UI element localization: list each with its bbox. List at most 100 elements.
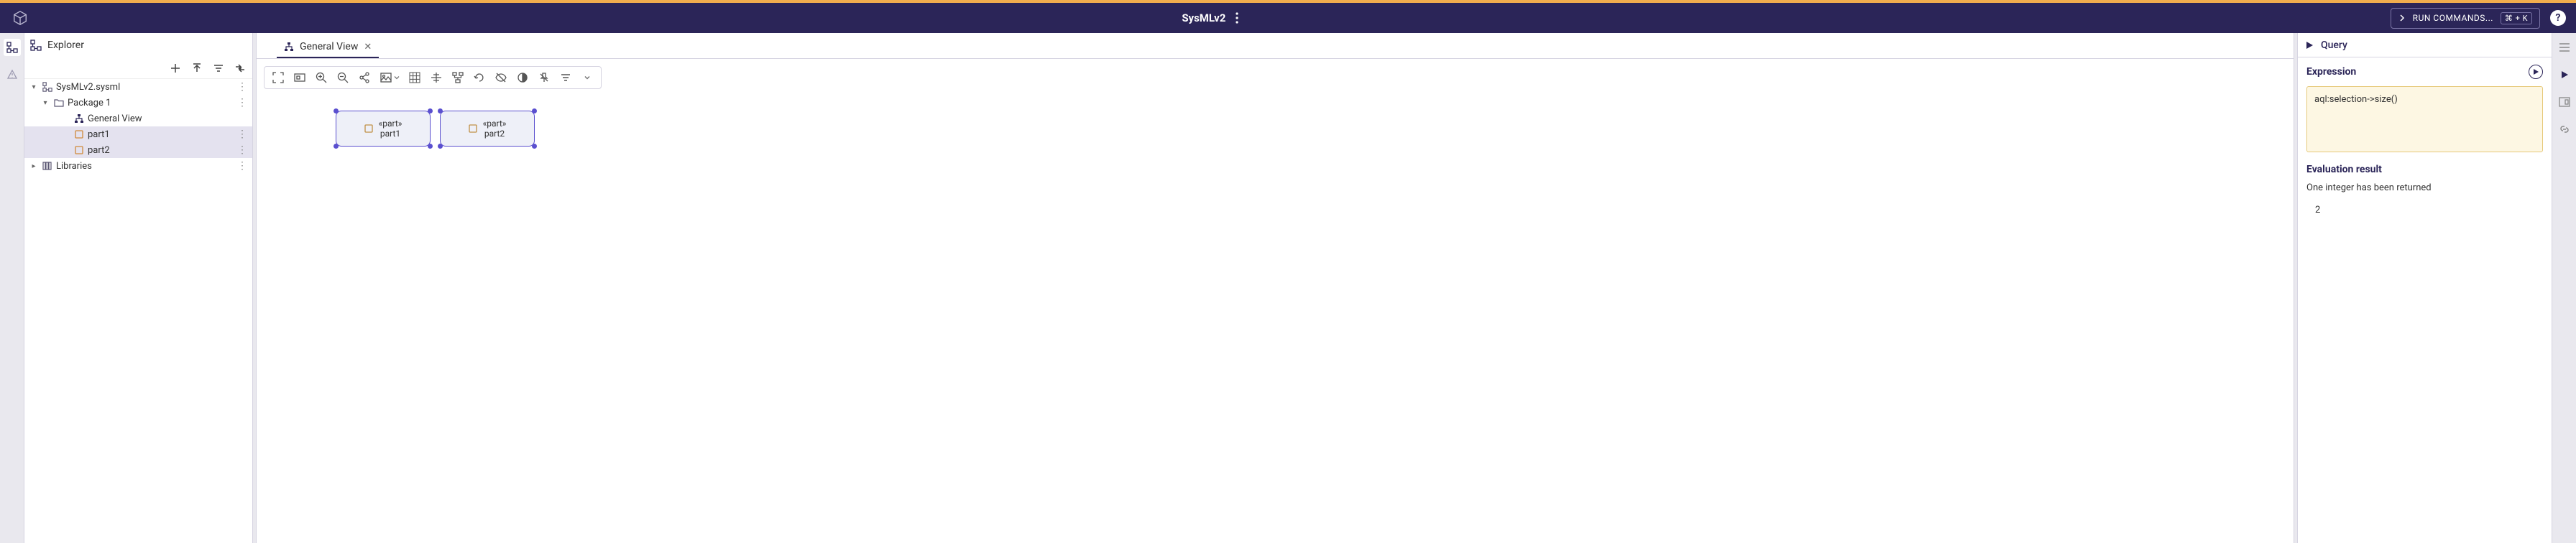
object-icon (73, 130, 85, 139)
topbar: SysMLv2 RUN COMMANDS... ⌘ + K ? (0, 3, 2576, 33)
share-icon[interactable] (358, 71, 371, 84)
transparency-icon[interactable] (516, 71, 529, 84)
help-icon[interactable]: ? (2550, 10, 2566, 26)
tree-label: part1 (88, 129, 230, 140)
tree-row-libraries[interactable]: ▸ Libraries ⋮ (24, 158, 252, 174)
resize-handle[interactable] (532, 144, 537, 149)
evaluation-value: 2 (2306, 200, 2543, 220)
layout-icon[interactable] (451, 71, 464, 84)
tab-general-view[interactable]: General View ✕ (277, 35, 379, 58)
chevron-down-icon[interactable] (394, 75, 400, 80)
evaluation-heading: Evaluation result (2306, 164, 2543, 175)
tree-row-general-view[interactable]: General View (24, 111, 252, 126)
play-icon[interactable] (2305, 41, 2314, 50)
rail-validation-icon[interactable] (4, 66, 21, 83)
evaluation-message: One integer has been returned (2306, 182, 2543, 193)
node-stereotype: «part» (379, 119, 402, 129)
rail-hamburger-icon[interactable] (2556, 39, 2573, 56)
expression-heading: Expression (2306, 66, 2356, 78)
node-stereotype: «part» (483, 119, 507, 129)
node-part2[interactable]: «part» part2 (440, 111, 535, 147)
object-icon (73, 146, 85, 154)
model-file-icon (42, 82, 53, 92)
pin-icon[interactable] (538, 71, 551, 84)
filter-icon[interactable] (212, 62, 225, 75)
chevron-down-icon[interactable]: ▾ (29, 83, 39, 91)
resize-handle[interactable] (334, 108, 339, 113)
filter-tools-icon[interactable] (559, 71, 572, 84)
topbar-more-icon[interactable] (1236, 12, 1238, 24)
chevron-right-icon (2398, 14, 2406, 22)
right-sidebar-rail (2552, 33, 2576, 543)
image-export-icon[interactable] (380, 71, 392, 84)
new-item-icon[interactable] (169, 62, 182, 75)
tree-row-package[interactable]: ▾ Package 1 ⋮ (24, 95, 252, 111)
diagram-icon (73, 113, 85, 124)
expression-input[interactable]: aql:selection->size() (2306, 86, 2543, 152)
project-title: SysMLv2 (1182, 11, 1225, 24)
zoom-in-icon[interactable] (315, 71, 328, 84)
run-expression-button[interactable] (2529, 65, 2543, 79)
tree-label: General View (88, 113, 252, 124)
diagram-icon (284, 42, 294, 52)
rail-link-icon[interactable] (2556, 121, 2573, 138)
tree-row-root[interactable]: ▾ SysMLv2.sysml ⋮ (24, 79, 252, 95)
explorer-panel: Explorer ▾ SysMLv2.sysml ⋮ ▾ Package (24, 33, 253, 543)
zoom-fit-icon[interactable] (293, 71, 306, 84)
tree-row-part1[interactable]: part1 ⋮ (24, 126, 252, 142)
resize-handle[interactable] (428, 144, 433, 149)
object-icon (364, 124, 373, 133)
run-commands-label: RUN COMMANDS... (2413, 13, 2493, 23)
redo-arrange-icon[interactable] (473, 71, 486, 84)
rail-explorer-icon[interactable] (4, 39, 21, 56)
row-menu-icon[interactable]: ⋮ (233, 97, 252, 108)
folder-icon (53, 98, 65, 107)
snap-icon[interactable] (430, 71, 443, 84)
resize-handle[interactable] (428, 108, 433, 113)
canvas-panel: General View ✕ (256, 33, 2294, 543)
node-part1[interactable]: «part» part1 (336, 111, 431, 147)
tree-label: SysMLv2.sysml (56, 82, 230, 93)
expression-text: aql:selection->size() (2314, 94, 2398, 105)
canvas-toolbar (264, 66, 602, 89)
left-sidebar-rail (0, 33, 24, 543)
rail-details-icon[interactable] (2556, 93, 2573, 111)
resize-handle[interactable] (532, 108, 537, 113)
query-title: Query (2321, 40, 2347, 51)
explorer-tree: ▾ SysMLv2.sysml ⋮ ▾ Package 1 ⋮ General … (24, 79, 252, 543)
query-panel: Query Expression aql:selection->size() E… (2297, 33, 2552, 543)
row-menu-icon[interactable]: ⋮ (233, 160, 252, 172)
grid-icon[interactable] (408, 71, 421, 84)
run-commands-button[interactable]: RUN COMMANDS... ⌘ + K (2391, 8, 2540, 29)
resize-handle[interactable] (438, 108, 443, 113)
explorer-title: Explorer (47, 40, 84, 51)
explorer-toolbar (24, 57, 252, 79)
rail-play-icon[interactable] (2556, 66, 2573, 83)
row-menu-icon[interactable]: ⋮ (233, 81, 252, 93)
tree-row-part2[interactable]: part2 ⋮ (24, 142, 252, 158)
resize-handle[interactable] (438, 144, 443, 149)
hide-icon[interactable] (494, 71, 507, 84)
node-label: part1 (379, 129, 402, 139)
row-menu-icon[interactable]: ⋮ (233, 144, 252, 156)
run-commands-shortcut: ⌘ + K (2501, 12, 2532, 24)
tab-label: General View (300, 41, 358, 52)
resize-handle[interactable] (334, 144, 339, 149)
diagram-canvas[interactable]: «part» part1 «part» part2 (257, 96, 2294, 543)
sync-icon[interactable] (234, 62, 247, 75)
tree-label: Package 1 (68, 98, 230, 108)
row-menu-icon[interactable]: ⋮ (233, 129, 252, 140)
fit-screen-icon[interactable] (272, 71, 285, 84)
tab-close-icon[interactable]: ✕ (364, 42, 372, 52)
node-label: part2 (483, 129, 507, 139)
tree-label: part2 (88, 145, 230, 156)
zoom-out-icon[interactable] (336, 71, 349, 84)
editor-tabbar: General View ✕ (257, 33, 2294, 59)
app-logo-icon (10, 8, 30, 28)
upload-icon[interactable] (190, 62, 203, 75)
chevron-down-icon[interactable]: ▾ (40, 99, 50, 107)
chevron-right-icon[interactable]: ▸ (29, 162, 39, 170)
library-icon (42, 162, 53, 170)
object-icon (469, 124, 477, 133)
more-tools-chevron-icon[interactable] (581, 71, 594, 84)
